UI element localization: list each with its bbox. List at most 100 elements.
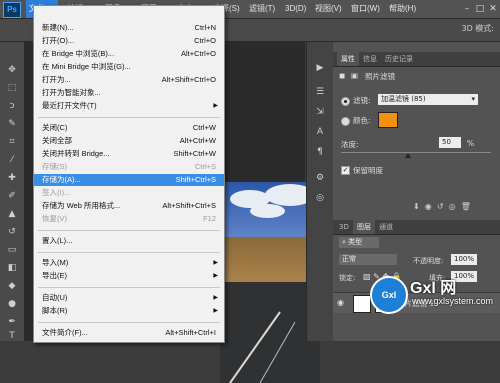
menu-item-export[interactable]: 导出(E) ▶ — [34, 270, 224, 282]
marquee-tool-icon[interactable]: ⬚ — [6, 82, 18, 94]
preserve-luminosity-label: 保留明度 — [353, 166, 383, 175]
tab-info[interactable]: 信息 — [359, 52, 381, 66]
density-slider[interactable] — [341, 152, 491, 153]
panel-icon-strip: ▶ ☰ ⇲ A ¶ ⚙ ◎ — [306, 42, 334, 341]
menu-separator — [38, 117, 220, 118]
mask-icon: ▣ — [351, 71, 359, 80]
tab-layers[interactable]: 图层 — [353, 220, 375, 234]
play-icon[interactable]: ▶ — [314, 62, 326, 74]
actions-icon[interactable]: ⇲ — [314, 106, 326, 118]
density-input[interactable]: 50 — [439, 137, 461, 148]
reset-icon[interactable]: ↺ — [437, 202, 444, 211]
menu-item-close-all[interactable]: 关闭全部 Alt+Ctrl+W — [34, 135, 224, 147]
view-previous-icon[interactable]: ◉ — [425, 202, 432, 211]
opacity-input[interactable]: 100% — [451, 254, 477, 265]
menu-item-file-info[interactable]: 文件简介(F)... Alt+Shift+Ctrl+I — [34, 327, 224, 339]
filter-select[interactable]: 加温滤镜 (85) ▾ — [378, 94, 478, 105]
eyedropper-tool-icon[interactable]: ⁄ — [6, 154, 18, 166]
crop-tool-icon[interactable]: ⌗ — [6, 136, 18, 148]
menu-item-import[interactable]: 导入(M) ▶ — [34, 257, 224, 269]
move-tool-icon[interactable]: ✥ — [6, 64, 18, 76]
menu-help[interactable]: 帮助(H) — [386, 0, 419, 18]
menu-item-close[interactable]: 关闭(C) Ctrl+W — [34, 122, 224, 134]
lock-label: 锁定: — [339, 274, 356, 282]
paragraph-icon[interactable]: ¶ — [314, 146, 326, 158]
menu-item-browse-mini-bridge[interactable]: 在 Mini Bridge 中浏览(G)... — [34, 61, 224, 73]
menu-item-close-go-bridge[interactable]: 关闭并转到 Bridge... Shift+Ctrl+W — [34, 148, 224, 160]
menu-item-open-as[interactable]: 打开为... Alt+Shift+Ctrl+O — [34, 74, 224, 86]
menu-item-recent-files[interactable]: 最近打开文件(T) ▶ — [34, 100, 224, 112]
adjustment-thumbnail — [353, 295, 371, 313]
clip-icon[interactable]: ⬇ — [413, 202, 420, 211]
tab-channels[interactable]: 通道 — [375, 220, 397, 234]
opacity-label: 不透明度: — [413, 257, 444, 265]
search-icon: ⌕ — [342, 238, 346, 246]
blur-tool-icon[interactable]: ◆ — [6, 280, 18, 292]
menu-item-new[interactable]: 新建(N)... Ctrl+N — [34, 22, 224, 34]
maximize-icon[interactable]: □ — [475, 4, 485, 14]
properties-tabs: 属性 信息 历史记录 — [333, 52, 500, 67]
document-image — [220, 182, 320, 383]
menu-item-browse-bridge[interactable]: 在 Bridge 中浏览(B)... Alt+Ctrl+O — [34, 48, 224, 60]
character-icon[interactable]: A — [314, 126, 326, 138]
watermark-logo: Gxl — [370, 276, 408, 314]
density-label: 浓度: — [341, 140, 359, 149]
menu-item-place[interactable]: 置入(L)... — [34, 235, 224, 247]
color-radio[interactable] — [341, 117, 350, 126]
menu-separator — [38, 230, 220, 231]
menu-item-revert: 恢复(V) F12 — [42, 214, 216, 223]
blend-mode-value: 正常 — [342, 255, 356, 263]
brush-tool-icon[interactable]: ✐ — [6, 190, 18, 202]
preserve-luminosity-checkbox[interactable]: ✓ — [341, 166, 350, 175]
submenu-arrow-icon: ▶ — [213, 273, 218, 279]
trash-icon[interactable]: 🗑 — [461, 202, 471, 211]
menu-item-save: 存储(S) Ctrl+S — [42, 162, 216, 171]
gradient-tool-icon[interactable]: ◧ — [6, 262, 18, 274]
eye-icon[interactable]: ◉ — [337, 298, 347, 308]
history-icon[interactable]: ☰ — [314, 86, 326, 98]
tab-properties[interactable]: 属性 — [337, 52, 359, 66]
color-swatch[interactable] — [378, 112, 398, 128]
quick-select-tool-icon[interactable]: ✎ — [6, 118, 18, 130]
filter-radio[interactable] — [341, 97, 350, 106]
menu-item-automate[interactable]: 自动(U) ▶ — [34, 292, 224, 304]
filter-radio-label: 滤镜: — [353, 96, 371, 105]
menu-item-open-smart-object[interactable]: 打开为智能对象... — [34, 87, 224, 99]
watermark-url: www.gxlsystem.com — [412, 296, 494, 306]
visibility-icon[interactable]: ◎ — [449, 202, 456, 211]
density-slider-thumb[interactable] — [405, 153, 411, 158]
layer-filter-value: 类型 — [348, 238, 363, 246]
history-brush-icon[interactable]: ↺ — [6, 226, 18, 238]
submenu-arrow-icon: ▶ — [213, 260, 218, 266]
pen-tool-icon[interactable]: ✒ — [6, 316, 18, 328]
menu-3d[interactable]: 3D(D) — [282, 0, 309, 18]
photoshop-logo: Ps — [3, 2, 21, 18]
filter-select-value: 加温滤镜 (85) — [381, 95, 426, 103]
minimize-icon[interactable]: – — [462, 4, 472, 14]
menu-item-save-as[interactable]: 存储为(A)... Shift+Ctrl+S — [34, 174, 224, 186]
lasso-tool-icon[interactable]: ↄ — [6, 100, 18, 112]
close-icon[interactable]: ✕ — [488, 4, 498, 14]
menu-window[interactable]: 窗口(W) — [348, 0, 383, 18]
submenu-arrow-icon: ▶ — [213, 308, 218, 314]
eraser-tool-icon[interactable]: ▭ — [6, 244, 18, 256]
menu-separator — [38, 322, 220, 323]
layer-filter-select[interactable]: ⌕ 类型 — [339, 237, 379, 248]
tab-history[interactable]: 历史记录 — [381, 52, 417, 66]
tab-3d[interactable]: 3D — [335, 220, 353, 234]
clone-stamp-icon[interactable]: ▲ — [6, 208, 18, 220]
brush-presets-icon[interactable]: ⚙ — [314, 172, 326, 184]
menu-view[interactable]: 视图(V) — [312, 0, 345, 18]
menu-item-save-for-web[interactable]: 存储为 Web 所用格式... Alt+Shift+Ctrl+S — [34, 200, 224, 212]
properties-title: 照片滤镜 — [365, 72, 395, 81]
menu-filter[interactable]: 滤镜(T) — [246, 0, 278, 18]
menu-separator — [38, 252, 220, 253]
tool-presets-icon[interactable]: ◎ — [314, 192, 326, 204]
menu-item-scripts[interactable]: 脚本(R) ▶ — [34, 305, 224, 317]
healing-brush-icon[interactable]: ✚ — [6, 172, 18, 184]
dodge-tool-icon[interactable]: ● — [6, 298, 18, 310]
blend-mode-select[interactable]: 正常 — [339, 254, 397, 265]
menu-item-open[interactable]: 打开(O)... Ctrl+O — [34, 35, 224, 47]
submenu-arrow-icon: ▶ — [213, 295, 218, 301]
type-tool-icon[interactable]: T — [6, 330, 18, 342]
